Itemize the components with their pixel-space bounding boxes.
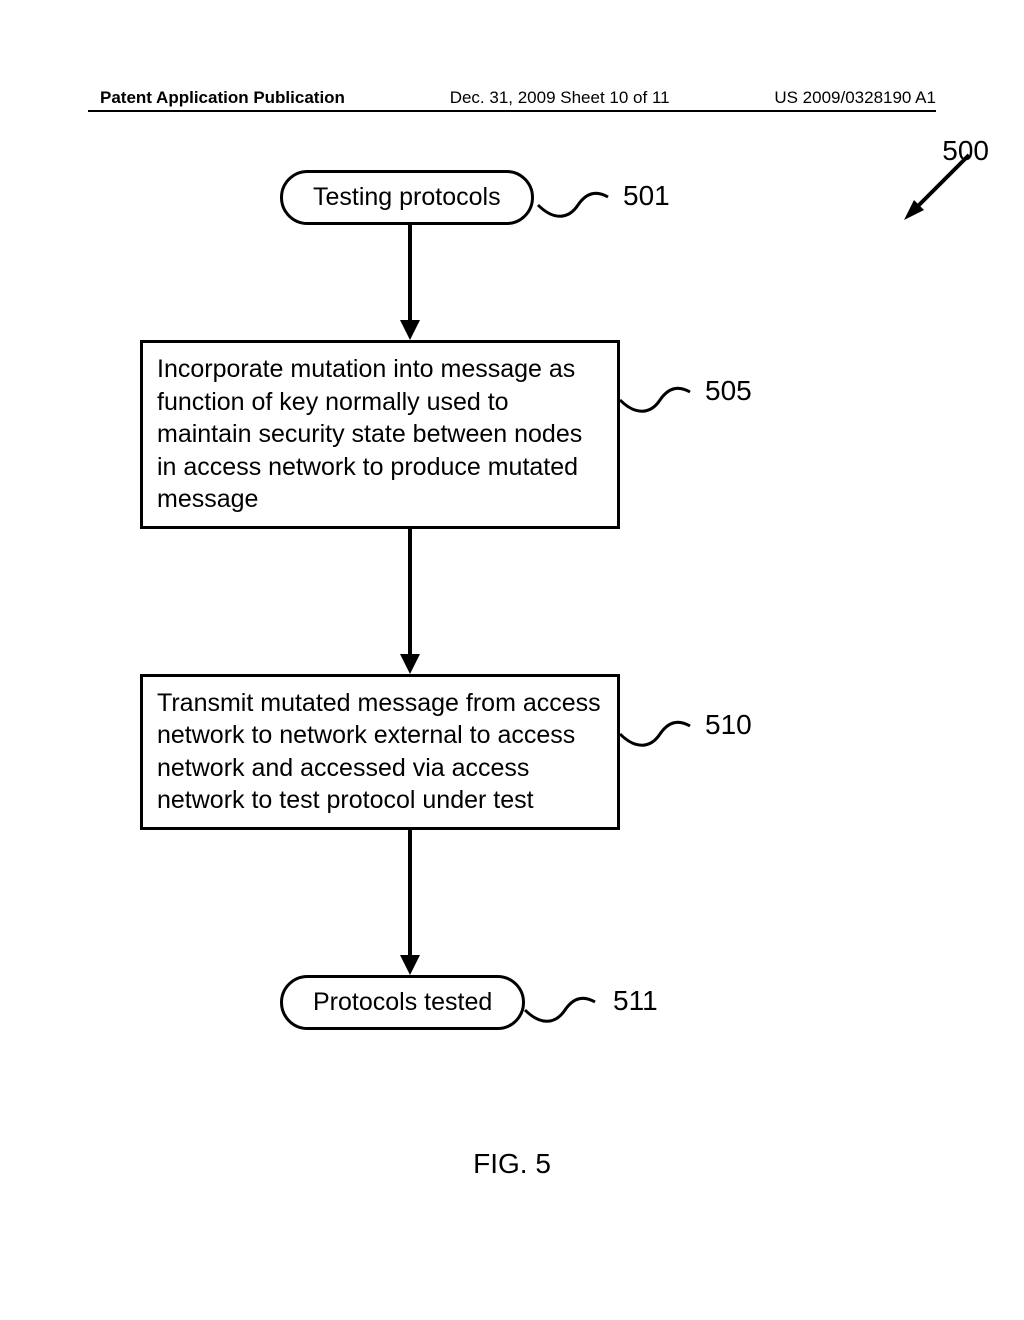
node-row-501: Testing protocols 501 (140, 170, 800, 225)
terminator-start: Testing protocols (280, 170, 534, 225)
arrow-connector (140, 830, 800, 975)
page-header: Patent Application Publication Dec. 31, … (0, 88, 1024, 108)
node-label: 501 (623, 180, 670, 212)
node-text: Testing protocols (313, 183, 501, 211)
diagram-reference: 500 (899, 145, 979, 225)
node-label: 510 (705, 709, 752, 741)
process-box: Incorporate mutation into message as fun… (140, 340, 620, 529)
callout-connector (620, 380, 695, 420)
node-label: 511 (613, 985, 658, 1017)
callout-connector (620, 714, 695, 754)
figure-label: FIG. 5 (0, 1148, 1024, 1180)
arrow-connector (140, 225, 800, 340)
node-text: Protocols tested (313, 988, 492, 1016)
flowchart: Testing protocols 501 Incorporate mutati… (140, 170, 800, 1030)
header-right: US 2009/0328190 A1 (774, 88, 936, 108)
callout-connector (525, 990, 600, 1030)
node-row-505: Incorporate mutation into message as fun… (140, 340, 800, 529)
arrow-connector (140, 529, 800, 674)
callout-connector (538, 185, 613, 225)
node-text: Transmit mutated message from access net… (157, 689, 601, 815)
process-box: Transmit mutated message from access net… (140, 674, 620, 830)
node-label: 505 (705, 375, 752, 407)
node-row-510: Transmit mutated message from access net… (140, 674, 800, 830)
header-left: Patent Application Publication (100, 88, 345, 108)
diagram-ref-label: 500 (942, 135, 989, 167)
header-center: Dec. 31, 2009 Sheet 10 of 11 (450, 88, 670, 108)
terminator-end: Protocols tested (280, 975, 525, 1030)
node-row-511: Protocols tested 511 (140, 975, 800, 1030)
node-text: Incorporate mutation into message as fun… (157, 355, 582, 513)
header-divider (88, 110, 936, 112)
